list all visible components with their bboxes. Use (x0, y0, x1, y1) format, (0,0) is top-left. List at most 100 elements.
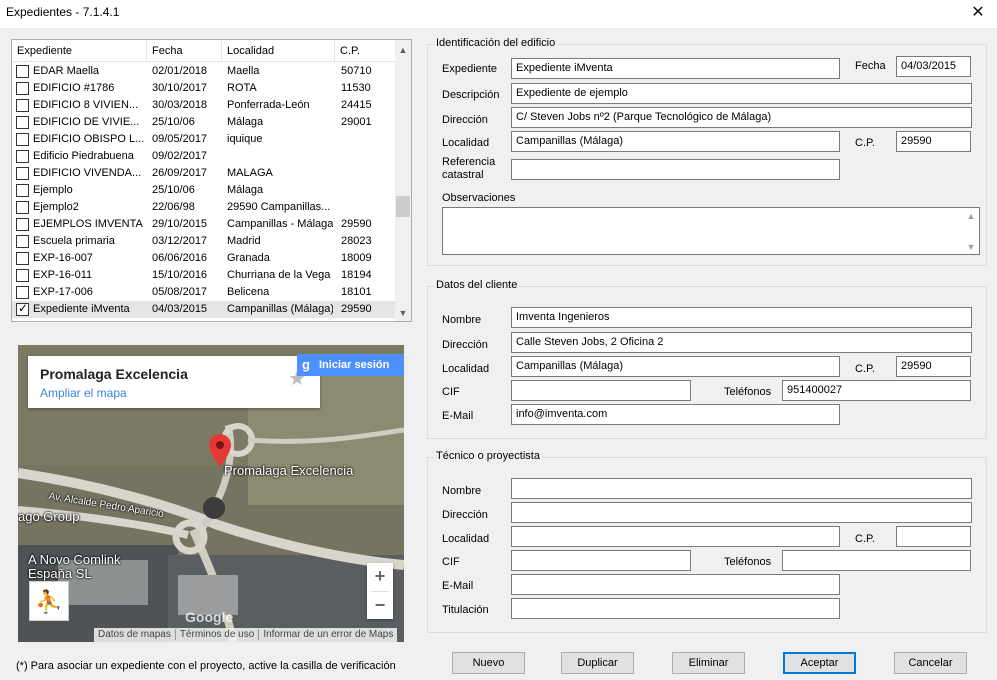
client-localidad-field[interactable]: Campanillas (Málaga) (511, 356, 840, 377)
cell-cp (341, 148, 393, 165)
scroll-down-icon[interactable]: ▼ (395, 305, 411, 321)
tecnico-titulacion-field[interactable] (511, 598, 840, 619)
label-observaciones: Observaciones (442, 192, 516, 204)
descripcion-field[interactable]: Expediente de ejemplo (511, 83, 972, 104)
list-scrollbar[interactable]: ▲ ▼ (395, 40, 411, 321)
cell-fecha: 25/10/06 (152, 184, 195, 196)
referencia-catastral-field[interactable] (511, 159, 840, 180)
duplicar-button[interactable]: Duplicar (561, 652, 634, 674)
expediente-field[interactable]: Expediente iMventa (511, 58, 840, 79)
row-checkbox[interactable] (16, 235, 29, 248)
window-body: Expediente Fecha Localidad C.P. EDAR Mae… (0, 28, 997, 680)
zoom-in-button[interactable]: + (367, 563, 393, 591)
label-cp: C.P. (855, 363, 875, 375)
direccion-field[interactable]: C/ Steven Jobs nº2 (Parque Tecnológico d… (511, 107, 972, 128)
label-email: E-Mail (442, 410, 474, 422)
client-cp-field[interactable]: 29590 (896, 356, 971, 377)
client-telefonos-field[interactable]: 951400027 (782, 380, 971, 401)
row-checkbox[interactable] (16, 116, 29, 129)
list-header: Expediente Fecha Localidad C.P. (12, 40, 396, 62)
close-icon[interactable]: ✕ (967, 2, 989, 22)
label-direccion: Dirección (442, 509, 488, 521)
list-item[interactable]: Expediente iMventa 04/03/2015 Campanillas … (12, 301, 396, 318)
scroll-up-icon[interactable]: ▲ (395, 42, 411, 58)
column-header-cp[interactable]: C.P. (335, 40, 396, 62)
cell-localidad (227, 148, 333, 165)
cell-localidad: Campanillas - Málaga (227, 218, 333, 230)
signin-button[interactable]: g Iniciar sesión (297, 354, 404, 376)
list-item[interactable]: EXP-17-006 05/08/2017 Belicena 18101 (12, 284, 396, 301)
tecnico-cp-field[interactable] (896, 526, 971, 547)
scroll-up-icon[interactable]: ▲ (963, 211, 979, 221)
aceptar-button[interactable]: Aceptar (783, 652, 856, 674)
cell-fecha: 06/06/2016 (152, 252, 208, 264)
title-bar: Expedientes - 7.1.4.1 ✕ (0, 0, 997, 28)
row-checkbox[interactable] (16, 133, 29, 146)
row-checkbox[interactable] (16, 167, 29, 180)
row-checkbox[interactable] (16, 99, 29, 112)
list-item[interactable]: EDIFICIO 8 VIVIEN... 30/03/2018 Ponferrada… (12, 97, 396, 114)
eliminar-button[interactable]: Eliminar (672, 652, 745, 674)
localidad-field[interactable]: Campanillas (Málaga) (511, 131, 840, 152)
cancelar-button[interactable]: Cancelar (894, 652, 967, 674)
observaciones-field[interactable]: ▲ ▼ (442, 207, 980, 255)
row-checkbox[interactable] (16, 286, 29, 299)
tecnico-localidad-field[interactable] (511, 526, 840, 547)
tecnico-cif-field[interactable] (511, 550, 691, 571)
terms-link[interactable]: Términos de uso (175, 629, 260, 640)
list-item[interactable]: EDAR Maella 02/01/2018 Maella 50710 (12, 63, 396, 80)
tecnico-email-field[interactable] (511, 574, 840, 595)
list-item[interactable]: EDIFICIO #1786 30/10/2017 ROTA 11530 (12, 80, 396, 97)
list-item[interactable]: EDIFICIO DE VIVIE... 25/10/06 Málaga 29001 (12, 114, 396, 131)
list-item[interactable]: EDIFICIO OBISPO L... 09/05/2017 iquique (12, 131, 396, 148)
report-error-link[interactable]: Informar de un error de Maps (259, 629, 397, 640)
memo-scrollbar[interactable]: ▲ ▼ (963, 208, 979, 254)
row-checkbox[interactable] (16, 184, 29, 197)
cp-field[interactable]: 29590 (896, 131, 971, 152)
list-item[interactable]: Ejemplo2 22/06/98 29590 Campanillas... (12, 199, 396, 216)
scroll-down-icon[interactable]: ▼ (963, 242, 979, 252)
label-expediente: Expediente (442, 63, 498, 75)
row-checkbox[interactable] (16, 82, 29, 95)
zoom-out-button[interactable]: − (367, 592, 393, 620)
column-header-localidad[interactable]: Localidad (222, 40, 335, 62)
list-item[interactable]: EXP-16-011 15/10/2016 Churriana de la Vega… (12, 267, 396, 284)
list-item[interactable]: Escuela primaria 03/12/2017 Madrid 28023 (12, 233, 396, 250)
scroll-thumb[interactable] (396, 196, 410, 217)
row-checkbox[interactable] (16, 252, 29, 265)
window-title: Expedientes - 7.1.4.1 (6, 5, 120, 19)
pegman-icon[interactable]: ⛹ (29, 581, 69, 621)
column-header-fecha[interactable]: Fecha (147, 40, 222, 62)
row-checkbox[interactable] (16, 201, 29, 214)
expedientes-list[interactable]: Expediente Fecha Localidad C.P. EDAR Mae… (11, 39, 412, 322)
list-item[interactable]: Ejemplo 25/10/06 Málaga (12, 182, 396, 199)
location-map[interactable]: Promalaga Excelencia Av. Alcalde Pedro A… (18, 345, 404, 642)
list-item[interactable]: EDIFICIO VIVENDA... 26/09/2017 MALAGA (12, 165, 396, 182)
tecnico-nombre-field[interactable] (511, 478, 972, 499)
column-header-expediente[interactable]: Expediente (12, 40, 147, 62)
client-cif-field[interactable] (511, 380, 691, 401)
fecha-field[interactable]: 04/03/2015 (896, 56, 971, 77)
row-checkbox[interactable] (16, 150, 29, 163)
tecnico-telefonos-field[interactable] (782, 550, 971, 571)
row-checkbox[interactable] (16, 65, 29, 78)
list-item[interactable]: Edificio Piedrabuena 09/02/2017 (12, 148, 396, 165)
enlarge-map-link[interactable]: Ampliar el mapa (40, 386, 127, 400)
nuevo-button[interactable]: Nuevo (452, 652, 525, 674)
cell-expediente: Ejemplo2 (33, 201, 79, 213)
cell-fecha: 26/09/2017 (152, 167, 208, 179)
client-nombre-field[interactable]: Imventa Ingenieros (511, 307, 972, 328)
cell-expediente: EDIFICIO OBISPO L... (33, 133, 145, 145)
row-checkbox[interactable] (16, 269, 29, 282)
client-email-field[interactable]: info@imventa.com (511, 404, 840, 425)
cell-cp: 28023 (341, 235, 372, 247)
label-direccion: Dirección (442, 114, 488, 126)
row-checkbox[interactable] (16, 218, 29, 231)
map-data-link[interactable]: Datos de mapas (94, 629, 176, 640)
client-direccion-field[interactable]: Calle Steven Jobs, 2 Oficina 2 (511, 332, 972, 353)
list-item[interactable]: EJEMPLOS IMVENTA 29/10/2015 Campanillas - … (12, 216, 396, 233)
list-item[interactable]: EXP-16-007 06/06/2016 Granada 18009 (12, 250, 396, 267)
tecnico-direccion-field[interactable] (511, 502, 972, 523)
place-name: Promalaga Excelencia (40, 366, 188, 382)
row-checkbox[interactable] (16, 301, 29, 316)
